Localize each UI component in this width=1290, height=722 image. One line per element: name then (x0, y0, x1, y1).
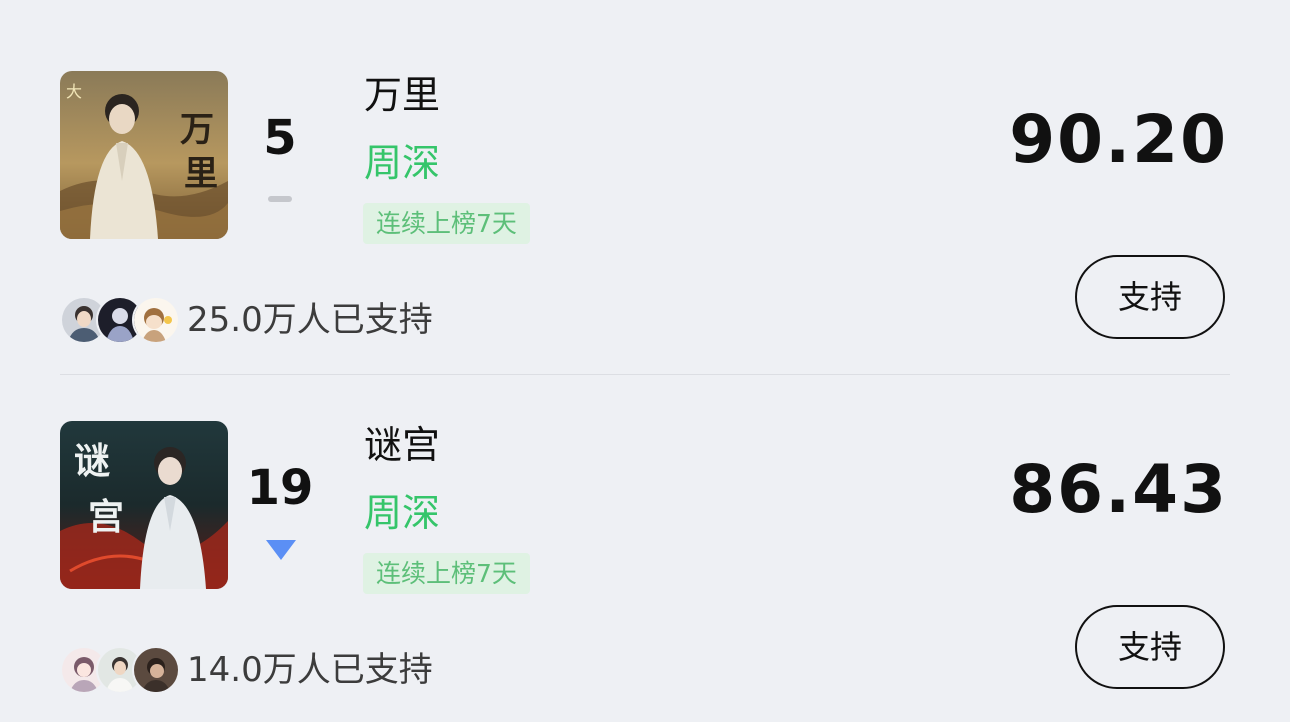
song-title[interactable]: 谜宫 (364, 422, 440, 468)
supporter-avatars (60, 646, 180, 694)
svg-text:里: 里 (184, 154, 218, 194)
album-cover[interactable]: 谜 宫 (60, 421, 228, 589)
rank-number: 19 (246, 460, 314, 516)
artist-name[interactable]: 周深 (364, 490, 440, 536)
supporter-count: 14.0万人已支持 (187, 650, 433, 690)
score-value: 90.20 (1009, 101, 1228, 178)
support-button[interactable]: 支持 (1075, 255, 1225, 339)
rank-number: 5 (263, 110, 297, 166)
score-value: 86.43 (1009, 451, 1228, 528)
artist-name[interactable]: 周深 (364, 140, 440, 186)
svg-text:大: 大 (66, 82, 82, 101)
supporter-count: 25.0万人已支持 (187, 300, 433, 340)
song-title[interactable]: 万里 (364, 72, 440, 118)
trend-down-icon (240, 540, 320, 560)
streak-badge: 连续上榜7天 (363, 203, 530, 244)
support-button[interactable]: 支持 (1075, 605, 1225, 689)
avatar (132, 646, 180, 694)
svg-text:万: 万 (180, 110, 214, 150)
streak-badge: 连续上榜7天 (363, 553, 530, 594)
trend-flat-icon (240, 190, 320, 210)
album-cover[interactable]: 万 里 大 (60, 71, 228, 239)
svg-text:宫: 宫 (88, 496, 124, 538)
chart-list: 万 里 大 5 万里 周深 连续上榜7天 90.20 25.0万人已支持 支持 … (0, 0, 1290, 722)
svg-text:谜: 谜 (74, 440, 110, 482)
supporter-avatars (60, 296, 180, 344)
list-item[interactable]: 谜 宫 19 谜宫 周深 连续上榜7天 86.43 14.0万人已支持 支持 (0, 350, 1290, 700)
avatar (132, 296, 180, 344)
list-item[interactable]: 万 里 大 5 万里 周深 连续上榜7天 90.20 25.0万人已支持 支持 (0, 0, 1290, 350)
